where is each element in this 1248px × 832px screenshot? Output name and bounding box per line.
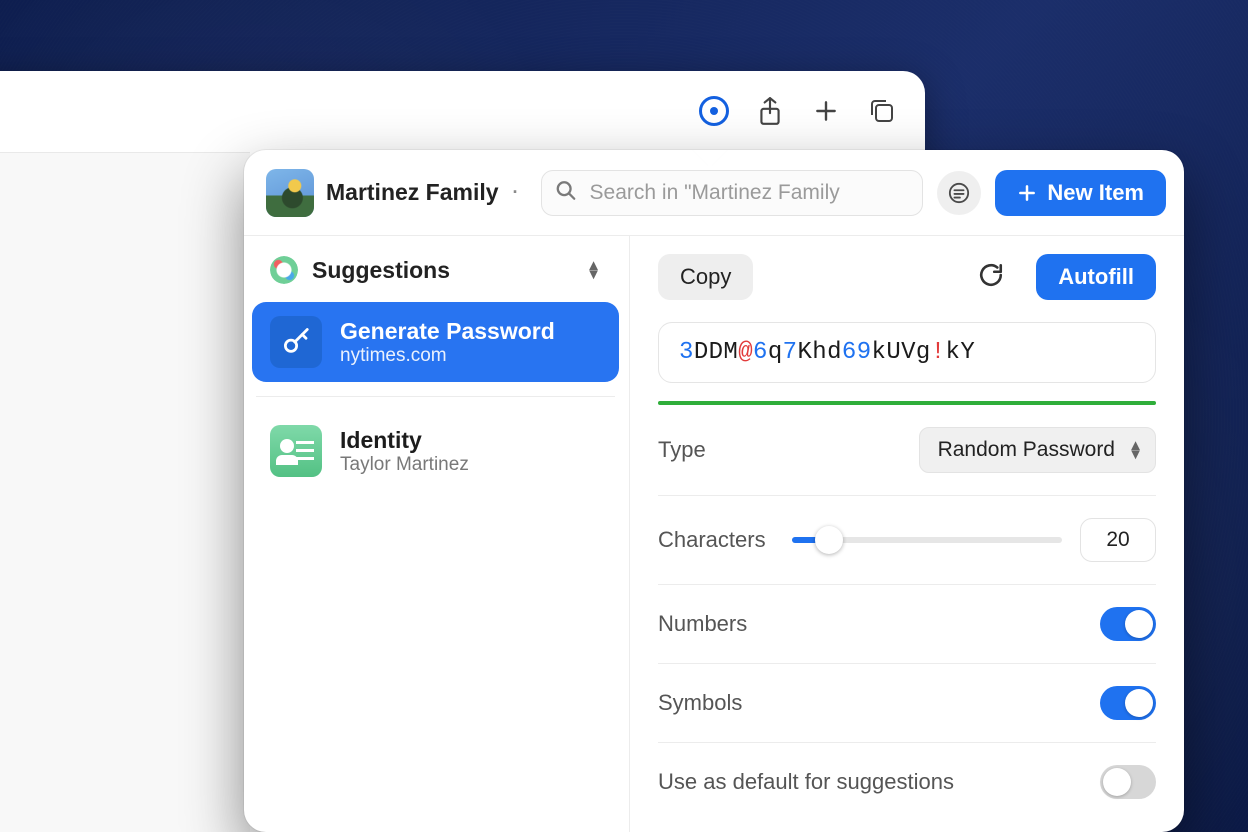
settings-button[interactable]: [937, 171, 981, 215]
symbols-toggle[interactable]: [1100, 686, 1156, 720]
default-label: Use as default for suggestions: [658, 769, 954, 795]
autofill-button[interactable]: Autofill: [1036, 254, 1156, 300]
setting-symbols: Symbols: [658, 664, 1156, 743]
suggestions-icon: [270, 256, 298, 284]
type-select[interactable]: Random Password ▲▼: [919, 427, 1156, 473]
characters-label: Characters: [658, 527, 766, 553]
extension-popover: Martinez Family · New Item Suggestions ▲…: [244, 150, 1184, 832]
characters-slider[interactable]: [792, 537, 1062, 543]
sidebar-item-generate-password[interactable]: Generate Password nytimes.com: [252, 302, 619, 382]
search-wrap: [541, 170, 924, 216]
refresh-icon[interactable]: [978, 262, 1004, 293]
list-item-subtitle: nytimes.com: [340, 345, 555, 367]
setting-numbers: Numbers: [658, 585, 1156, 664]
share-icon[interactable]: [755, 96, 785, 126]
default-toggle[interactable]: [1100, 765, 1156, 799]
chevron-down-icon: ·: [513, 182, 519, 203]
slider-thumb[interactable]: [815, 526, 843, 554]
search-input[interactable]: [541, 170, 924, 216]
type-value: Random Password: [938, 438, 1115, 461]
sidebar-item-identity[interactable]: Identity Taylor Martinez: [252, 411, 619, 491]
type-label: Type: [658, 437, 706, 463]
list-item-title: Generate Password: [340, 318, 555, 345]
page-content-strip: [0, 152, 250, 832]
suggestions-title: Suggestions: [312, 257, 450, 284]
list-item-subtitle: Taylor Martinez: [340, 454, 469, 476]
setting-default: Use as default for suggestions: [658, 743, 1156, 821]
generator-actions: Copy Autofill: [658, 254, 1156, 300]
browser-toolbar: [0, 71, 925, 151]
suggestions-panel: Suggestions ▲▼ Generate Password nytimes…: [244, 236, 630, 832]
identity-icon: [270, 425, 322, 477]
new-item-button[interactable]: New Item: [995, 170, 1166, 216]
symbols-label: Symbols: [658, 690, 742, 716]
sort-icon: ▲▼: [586, 261, 601, 279]
divider: [256, 396, 615, 397]
generated-password[interactable]: 3DDM@6q7Khd69kUVg!kY: [658, 322, 1156, 383]
setting-characters: Characters 20: [658, 496, 1156, 585]
search-icon: [555, 179, 577, 206]
extension-icon[interactable]: [699, 96, 729, 126]
key-icon: [270, 316, 322, 368]
new-tab-icon[interactable]: [811, 96, 841, 126]
tabs-icon[interactable]: [867, 96, 897, 126]
copy-button[interactable]: Copy: [658, 254, 753, 300]
generator-panel: Copy Autofill 3DDM@6q7Khd69kUVg!kY Type …: [630, 236, 1184, 832]
numbers-toggle[interactable]: [1100, 607, 1156, 641]
numbers-label: Numbers: [658, 611, 747, 637]
characters-value[interactable]: 20: [1080, 518, 1156, 562]
vault-selector[interactable]: Martinez Family ·: [262, 165, 527, 221]
vault-name: Martinez Family: [326, 179, 499, 206]
list-item-title: Identity: [340, 427, 469, 454]
setting-type: Type Random Password ▲▼: [658, 405, 1156, 496]
vault-avatar: [266, 169, 314, 217]
suggestions-header[interactable]: Suggestions ▲▼: [252, 236, 619, 302]
new-item-label: New Item: [1047, 180, 1144, 206]
chevron-updown-icon: ▲▼: [1128, 441, 1143, 459]
